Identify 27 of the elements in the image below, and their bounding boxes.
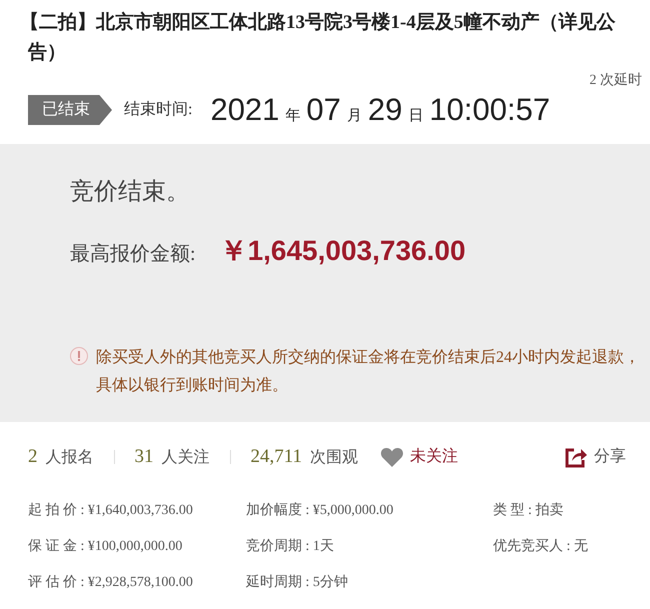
refund-notice: 除买受人外的其他竞买人所交纳的保证金将在竞价结束后24小时内发起退款，具体以银行到账时间为准。 <box>96 348 641 396</box>
stat-label: 次围观 <box>310 448 358 468</box>
stat-label: 人报名 <box>46 448 94 468</box>
end-time-label: 结束时间: <box>124 100 192 120</box>
detail-item: 评 估 价 : ¥2,928,578,100.00 <box>28 574 194 592</box>
detail-item: 保 证 金 : ¥100,000,000.00 <box>28 538 184 556</box>
price-label: 最高报价金额: <box>70 242 196 267</box>
follow-button[interactable]: 未关注 <box>380 445 458 469</box>
share-icon <box>564 446 588 468</box>
detail-item: 延时周期 : 5分钟 <box>246 574 349 592</box>
result-message: 竞价结束。 <box>70 178 191 207</box>
detail-item: 起 拍 价 : ¥1,640,003,736.00 <box>28 502 194 520</box>
stat-count: 2 <box>28 444 38 469</box>
status-badge: 已结束 <box>28 95 112 125</box>
warning-icon <box>70 347 88 365</box>
extension-count: 2 次延时 <box>588 72 643 90</box>
page-title: 【二拍】北京市朝阳区工体北路13号院3号楼1-4层及5幢不动产（详见公告） <box>19 10 616 65</box>
end-time: 2021 年 07 月 29 日 10:00:57 <box>210 90 550 129</box>
stat-count: 31 <box>134 444 154 469</box>
stat-label: 人关注 <box>162 448 210 468</box>
detail-item: 类 型 : 拍卖 <box>493 502 564 520</box>
share-button[interactable]: 分享 <box>564 445 626 469</box>
detail-item: 竞价周期 : 1天 <box>246 537 335 556</box>
detail-item: 优先竞买人 : 无 <box>493 537 589 556</box>
stat-count: 24,711 <box>250 444 302 469</box>
highest-price: ￥1,645,003,736.00 <box>220 234 466 268</box>
detail-item: 加价幅度 : ¥5,000,000.00 <box>246 501 394 520</box>
